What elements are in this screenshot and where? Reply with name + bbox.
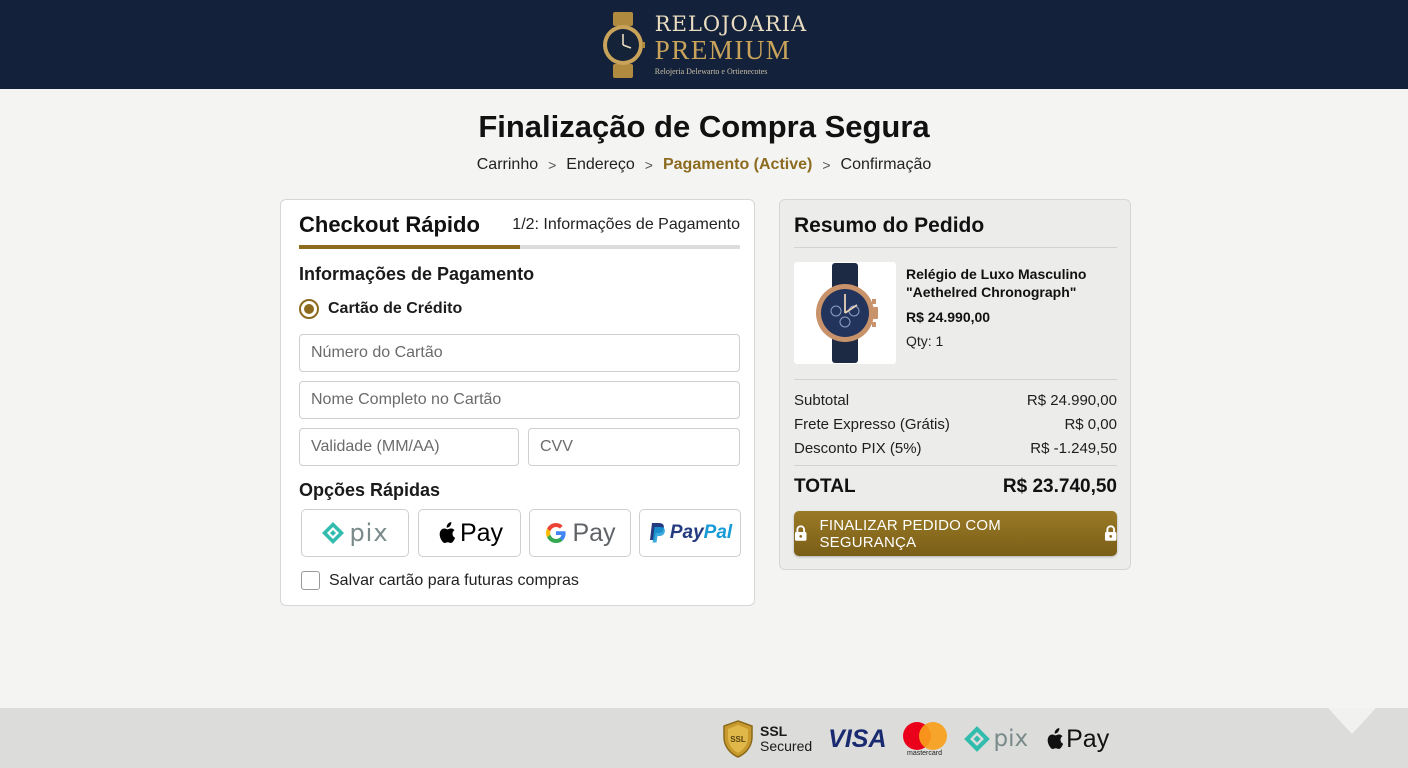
credit-card-radio[interactable] bbox=[299, 299, 319, 319]
apple-pay-logo-label: Pay bbox=[1066, 724, 1110, 753]
watch-logo-icon bbox=[602, 11, 645, 78]
mastercard-circles-icon bbox=[902, 721, 947, 750]
card-expiry-input[interactable] bbox=[299, 428, 519, 466]
credit-card-option[interactable]: Cartão de Crédito bbox=[299, 299, 462, 319]
shield-icon: SSL bbox=[723, 720, 753, 758]
order-summary-title: Resumo do Pedido bbox=[794, 214, 985, 237]
summary-line-subtotal: Subtotal R$ 24.990,00 bbox=[794, 392, 1117, 409]
place-order-label: FINALIZAR PEDIDO COM SEGURANÇA bbox=[819, 516, 1001, 551]
pix-logo-label: pix bbox=[993, 726, 1029, 752]
paypal-icon bbox=[649, 523, 665, 543]
pix-button[interactable]: pix bbox=[301, 509, 409, 557]
save-card-checkbox[interactable] bbox=[301, 571, 320, 590]
summary-total: TOTAL R$ 23.740,50 bbox=[794, 476, 1117, 498]
checkout-progress-bar bbox=[299, 245, 740, 249]
total-label: TOTAL bbox=[794, 476, 856, 497]
card-cvv-input[interactable] bbox=[528, 428, 740, 466]
pix-logo: pix bbox=[963, 725, 1029, 753]
summary-line-label: Subtotal bbox=[794, 392, 850, 409]
checkout-step-indicator: 1/2: Informações de Pagamento bbox=[512, 216, 740, 233]
site-header: RELOJOARIA PREMIUM Relojeria Delewarto e… bbox=[0, 0, 1408, 89]
place-order-button[interactable]: FINALIZAR PEDIDO COM SEGURANÇA bbox=[794, 511, 1117, 556]
card-number-input[interactable] bbox=[299, 334, 740, 372]
total-value: R$ 23.740,50 bbox=[1002, 476, 1117, 497]
trust-badges: SSL SSL Secured VISA mastercard pix Pay bbox=[722, 720, 1109, 758]
breadcrumb: Carrinho > Endereço > Pagamento (Active)… bbox=[0, 156, 1408, 174]
apple-icon bbox=[439, 522, 456, 543]
ssl-label-line1: SSL bbox=[760, 723, 788, 739]
product-name: Relégio de Luxo Masculino "Aethelred Chr… bbox=[906, 266, 1087, 300]
pix-icon bbox=[322, 522, 345, 544]
google-pay-label: Pay bbox=[572, 518, 616, 547]
brand-name-line1: RELOJOARIA bbox=[654, 11, 808, 36]
order-summary-card: Resumo do Pedido Relégio de Luxo Masculi… bbox=[779, 199, 1131, 570]
apple-pay-button[interactable]: Pay bbox=[418, 509, 521, 557]
chevron-right-icon: > bbox=[548, 157, 557, 173]
save-card-option[interactable]: Salvar cartão para futuras compras bbox=[301, 571, 579, 590]
summary-line-shipping: Frete Expresso (Grátis) R$ 0,00 bbox=[794, 416, 1117, 433]
decorative-corner bbox=[1328, 708, 1376, 734]
payment-info-heading: Informações de Pagamento bbox=[299, 264, 535, 284]
lock-icon bbox=[1104, 525, 1117, 541]
product-quantity: Qty: 1 bbox=[906, 333, 944, 349]
paypal-label-part1: Pay bbox=[669, 522, 704, 543]
quick-options-heading: Opções Rápidas bbox=[299, 480, 441, 500]
summary-line-discount: Desconto PIX (5%) R$ -1.249,50 bbox=[794, 440, 1117, 457]
summary-line-value: R$ 0,00 bbox=[1064, 416, 1117, 433]
chevron-right-icon: > bbox=[822, 157, 831, 173]
checkout-title: Checkout Rápido bbox=[299, 212, 480, 237]
brand-logo[interactable]: RELOJOARIA PREMIUM Relojeria Delewarto e… bbox=[601, 11, 808, 78]
radio-selected-dot bbox=[304, 304, 314, 314]
card-name-input[interactable] bbox=[299, 381, 740, 419]
google-pay-button[interactable]: Pay bbox=[529, 509, 631, 557]
checkout-card: Checkout Rápido 1/2: Informações de Paga… bbox=[280, 199, 755, 606]
save-card-label: Salvar cartão para futuras compras bbox=[329, 571, 579, 589]
checkout-progress-fill bbox=[299, 245, 520, 249]
mastercard-label: mastercard bbox=[907, 749, 943, 757]
pix-label: pix bbox=[349, 519, 389, 547]
pix-icon bbox=[963, 726, 990, 752]
site-footer: SSL SSL Secured VISA mastercard pix Pay bbox=[0, 708, 1408, 768]
breadcrumb-item-cart[interactable]: Carrinho bbox=[477, 156, 538, 174]
chevron-right-icon: > bbox=[644, 157, 653, 173]
summary-line-value: R$ -1.249,50 bbox=[1030, 440, 1117, 457]
page-title: Finalização de Compra Segura bbox=[478, 109, 930, 144]
product-price: R$ 24.990,00 bbox=[906, 309, 991, 325]
credit-card-label: Cartão de Crédito bbox=[328, 300, 463, 317]
divider bbox=[794, 247, 1117, 248]
mastercard-logo: mastercard bbox=[902, 721, 947, 757]
apple-pay-label: Pay bbox=[459, 518, 504, 547]
ssl-label-line2: Secured bbox=[760, 738, 813, 754]
breadcrumb-item-confirmation[interactable]: Confirmação bbox=[841, 156, 932, 174]
ssl-shield-text: SSL bbox=[730, 735, 746, 744]
divider bbox=[794, 465, 1117, 466]
watch-product-icon bbox=[816, 263, 878, 363]
summary-line-label: Desconto PIX (5%) bbox=[794, 440, 922, 457]
breadcrumb-item-payment[interactable]: Pagamento (Active) bbox=[663, 156, 812, 174]
google-g-icon bbox=[546, 523, 567, 543]
visa-logo: VISA bbox=[828, 724, 887, 753]
brand-name-line2: PREMIUM bbox=[654, 34, 792, 65]
summary-line-label: Frete Expresso (Grátis) bbox=[794, 416, 950, 433]
apple-pay-logo: Pay bbox=[1044, 725, 1109, 754]
divider bbox=[794, 379, 1117, 380]
ssl-badge: SSL SSL Secured bbox=[722, 720, 812, 758]
lock-icon bbox=[794, 525, 807, 541]
summary-line-value: R$ 24.990,00 bbox=[1026, 392, 1117, 409]
product-image bbox=[794, 262, 896, 364]
paypal-button[interactable]: PayPal bbox=[639, 509, 741, 557]
brand-tagline: Relojeria Delewarto e Ortienecotes bbox=[654, 66, 768, 76]
apple-icon bbox=[1047, 728, 1064, 749]
paypal-label-part2: Pal bbox=[703, 522, 733, 543]
breadcrumb-item-address[interactable]: Endereço bbox=[566, 156, 635, 174]
